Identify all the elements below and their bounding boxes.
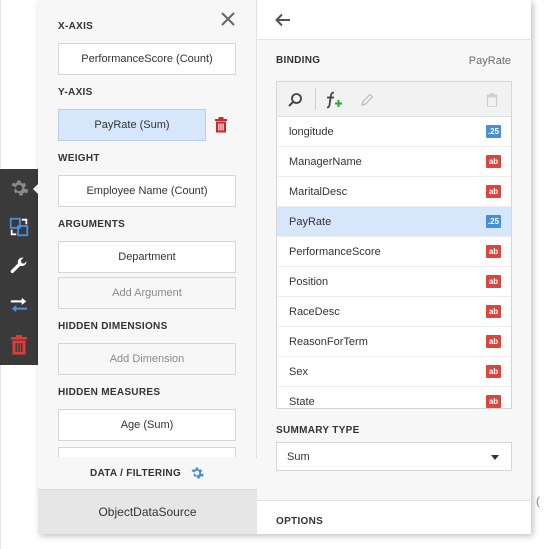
hidden-measures-label: HIDDEN MEASURES	[58, 387, 161, 398]
field-name: PerformanceScore	[289, 245, 381, 258]
remove-field-trash-icon[interactable]	[214, 117, 228, 133]
options-button[interactable]	[0, 247, 38, 285]
string-type-icon: ab	[486, 365, 501, 378]
field-name: ManagerName	[289, 155, 362, 168]
interactivity-button[interactable]	[0, 286, 38, 324]
field-name: Sex	[289, 365, 308, 378]
search-icon	[288, 93, 302, 107]
delete-item-button[interactable]	[0, 326, 38, 364]
add-calculated-field-button[interactable]	[323, 90, 343, 110]
designer-stage: (X-AXIS PerformanceScore (Count) Y-AXIS…	[0, 0, 559, 549]
arguments-label: ARGUMENTS	[58, 219, 126, 230]
field-list-item[interactable]: PerformanceScore ab	[277, 237, 511, 267]
field-rows: longitude .25 ManagerName ab MaritalDesc ab Pa…	[277, 117, 511, 408]
binding-column: BINDING PayRate longitude .25 ManagerNam…	[257, 0, 531, 534]
gear-icon	[11, 180, 29, 196]
clipped-next-field	[58, 447, 236, 457]
pencil-icon	[360, 93, 374, 107]
field-name: longitude	[289, 125, 334, 138]
field-name: MaritalDesc	[289, 185, 348, 198]
close-icon[interactable]	[219, 10, 237, 28]
weight-field[interactable]: Employee Name (Count)	[58, 175, 236, 207]
y-axis-label: Y-AXIS	[58, 87, 93, 98]
bindings-panel: X-AXIS PerformanceScore (Count) Y-AXIS P…	[38, 0, 531, 534]
back-arrow-icon[interactable]	[273, 10, 293, 30]
background-text-fragment: (	[536, 494, 540, 508]
gear-icon	[191, 467, 204, 479]
options-section[interactable]: OPTIONS	[257, 500, 531, 534]
binding-label: BINDING	[276, 55, 321, 66]
string-type-icon: ab	[486, 305, 501, 318]
data-items-column: X-AXIS PerformanceScore (Count) Y-AXIS P…	[38, 0, 257, 534]
binding-value: PayRate	[468, 55, 511, 67]
convert-to-button[interactable]	[0, 208, 38, 246]
field-list-toolbar	[277, 82, 511, 117]
function-add-icon	[326, 91, 342, 109]
options-label: OPTIONS	[276, 516, 324, 527]
search-button[interactable]	[285, 90, 305, 110]
add-argument-button[interactable]: Add Argument	[58, 277, 236, 309]
field-name: RaceDesc	[289, 305, 340, 318]
caret-down-icon	[491, 455, 499, 460]
summary-type-label: SUMMARY TYPE	[276, 425, 360, 436]
numeric-type-icon: .25	[486, 125, 501, 138]
field-list-item[interactable]: MaritalDesc ab	[277, 177, 511, 207]
string-type-icon: ab	[486, 245, 501, 258]
trash-icon	[486, 93, 498, 107]
field-name: Position	[289, 275, 329, 288]
field-list-item[interactable]: RaceDesc ab	[277, 297, 511, 327]
string-type-icon: ab	[486, 395, 501, 408]
x-axis-field[interactable]: PerformanceScore (Count)	[58, 43, 236, 75]
trash-icon	[11, 335, 27, 355]
field-name: State	[289, 395, 315, 408]
weight-label: WEIGHT	[58, 153, 100, 164]
delete-field-button[interactable]	[482, 90, 502, 110]
string-type-icon: ab	[486, 185, 501, 198]
swap-arrows-icon	[10, 297, 28, 313]
string-type-icon: ab	[486, 335, 501, 348]
wrench-icon	[10, 257, 27, 274]
field-list-item[interactable]: Position ab	[277, 267, 511, 297]
field-list-item[interactable]: longitude .25	[277, 117, 511, 147]
datasource-selector[interactable]: ObjectDataSource	[38, 489, 257, 534]
y-axis-field[interactable]: PayRate (Sum)	[58, 109, 206, 141]
data-filtering-label: DATA / FILTERING	[89, 467, 182, 479]
field-list-item[interactable]: PayRate .25	[277, 207, 511, 237]
hidden-dimensions-label: HIDDEN DIMENSIONS	[58, 321, 168, 332]
convert-icon	[9, 217, 29, 237]
field-list-item[interactable]: ReasonForTerm ab	[277, 327, 511, 357]
edit-field-button[interactable]	[357, 90, 377, 110]
numeric-type-icon: .25	[486, 215, 501, 228]
hidden-measure-field[interactable]: Age (Sum)	[58, 409, 236, 441]
field-list-item[interactable]: ManagerName ab	[277, 147, 511, 177]
field-name: ReasonForTerm	[289, 335, 368, 348]
field-list-item[interactable]: Sex ab	[277, 357, 511, 387]
field-list-item[interactable]: State ab	[277, 387, 511, 408]
data-filtering-section[interactable]: DATA / FILTERING	[38, 458, 257, 488]
argument-field[interactable]: Department	[58, 241, 236, 273]
item-options-toolbar	[0, 169, 38, 365]
summary-type-select[interactable]: Sum	[276, 442, 512, 471]
field-list: longitude .25 ManagerName ab MaritalDesc ab Pa…	[276, 81, 512, 409]
string-type-icon: ab	[486, 155, 501, 168]
background-dashboard-edge	[531, 0, 559, 549]
x-axis-label: X-AXIS	[58, 21, 94, 32]
field-name: PayRate	[289, 215, 332, 228]
add-dimension-button[interactable]: Add Dimension	[58, 343, 236, 375]
toolbar-separator	[315, 88, 316, 110]
string-type-icon: ab	[486, 275, 501, 288]
summary-type-value: Sum	[287, 450, 310, 463]
